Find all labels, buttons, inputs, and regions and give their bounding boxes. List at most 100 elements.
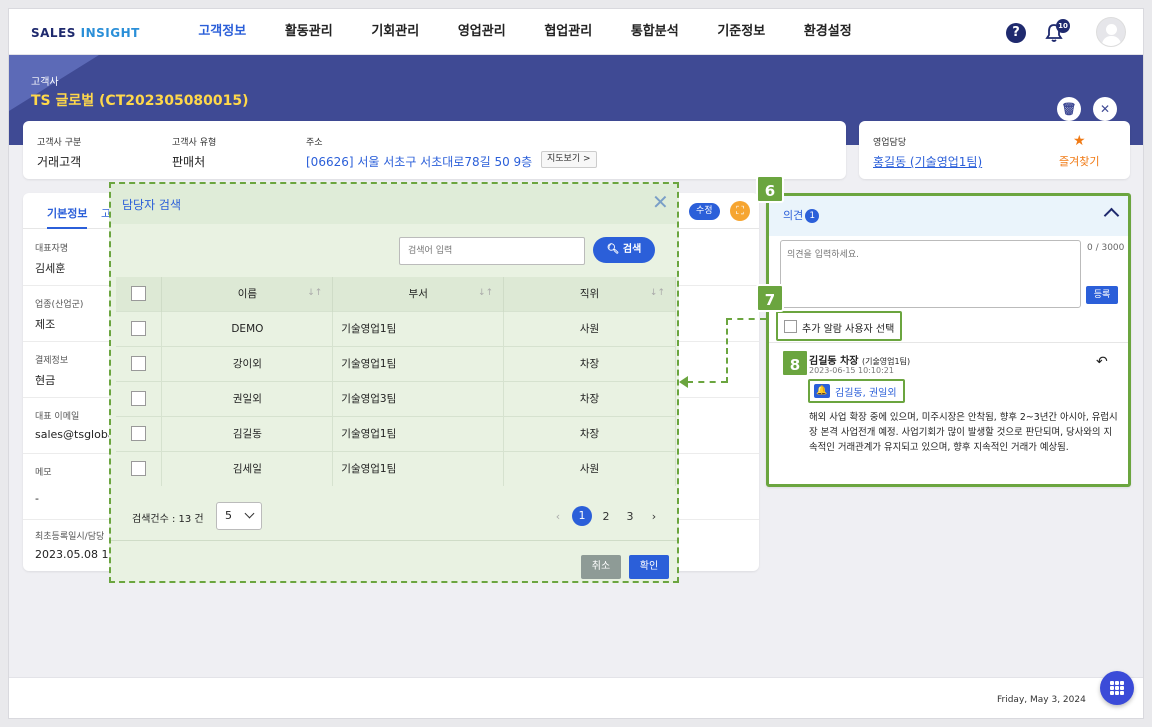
callout-badge-6: 6	[756, 175, 784, 203]
nav-item-master-data[interactable]: 기준정보	[698, 9, 785, 55]
result-count: 검색건수 : 13 건	[132, 514, 204, 525]
address-value[interactable]: [06626] 서울 서초구 서초대로78길 50 9층	[306, 153, 532, 170]
extra-alarm-user-select[interactable]: 추가 알람 사용자 선택	[776, 311, 902, 341]
column-header-name[interactable]: 이름 ↓↑	[161, 277, 334, 311]
row-checkbox[interactable]	[131, 426, 147, 441]
alarm-label: 추가 알람 사용자 선택	[802, 324, 895, 335]
customer-type-value: 거래고객	[37, 155, 82, 169]
trash-icon[interactable]: 🗑	[1057, 97, 1081, 121]
sort-icon: ↓↑	[307, 288, 323, 298]
footer-date: Friday, May 3, 2024	[997, 695, 1086, 705]
customer-category-label: 고객사 유형	[172, 138, 217, 148]
nav-item-sales[interactable]: 영업관리	[439, 9, 526, 55]
row-checkbox[interactable]	[131, 391, 147, 406]
opinion-title: 의견 1	[783, 207, 820, 223]
customer-type-label: 고객사 구분	[37, 138, 82, 148]
sort-icon: ↓↑	[649, 288, 665, 298]
select-all-header[interactable]	[116, 277, 163, 311]
connector-line	[726, 319, 728, 383]
search-input[interactable]	[399, 237, 585, 265]
connector-line	[726, 318, 766, 320]
nav-item-customer[interactable]: 고객정보	[179, 9, 266, 55]
close-icon[interactable]: ✕	[652, 192, 669, 212]
comment-date: 2023-06-15 10:10:21	[809, 366, 894, 375]
tagged-users: 🔔 김길동, 권일외	[808, 379, 905, 403]
contact-search-modal: 담당자 검색 ✕ 🔍︎ 검색 이름↓↑ 부서↓↑ 직위↓↑ DEMO기술영업1팀…	[109, 182, 679, 583]
main-nav: 고객정보 활동관리 기회관리 영업관리 협업관리 통합분석 기준정보 환경설정	[179, 9, 871, 55]
bell-icon: 🔔	[814, 384, 830, 398]
sales-rep-value[interactable]: 홍길동 (기술영업1팀)	[873, 153, 982, 170]
cancel-button[interactable]: 취소	[581, 555, 621, 579]
app-logo[interactable]: SALES INSIGHT	[31, 26, 140, 40]
table-row[interactable]: 김길동 기술영업1팀 차장	[116, 415, 676, 451]
favorite-label[interactable]: 즐겨찾기	[1059, 153, 1099, 169]
nav-item-activity[interactable]: 활동관리	[266, 9, 353, 55]
modal-header: 담당자 검색 ✕	[111, 184, 677, 224]
map-view-button[interactable]: 지도보기 >	[541, 151, 597, 168]
top-nav-bar: SALES INSIGHT 고객정보 활동관리 기회관리 영업관리 협업관리 통…	[9, 9, 1143, 55]
table-row[interactable]: 김세일 기술영업1팀 사원	[116, 450, 676, 486]
opinion-panel: 의견1 0 / 3000 등록 추가 알람 사용자 선택 김길동 차장 (기술영…	[766, 193, 1131, 487]
contact-table: 이름 ↓↑ 부서 ↓↑ 직위 ↓↑ DEMO 기술영업1팀 사원 강이외 기술영업1팀 차장 …	[116, 277, 676, 486]
nav-item-analytics[interactable]: 통합분석	[612, 9, 699, 55]
edit-button[interactable]: 수정	[689, 203, 720, 220]
star-icon[interactable]: ★	[1073, 133, 1086, 149]
opinion-count-badge: 1	[805, 209, 820, 223]
help-icon[interactable]: ?	[1006, 23, 1026, 43]
table-row[interactable]: 권일외 기술영업3팀 차장	[116, 380, 676, 416]
tagged-user-names[interactable]: 김길동, 권일외	[835, 384, 897, 399]
page-1[interactable]: 1	[572, 506, 592, 526]
reply-icon[interactable]: ↶	[1096, 354, 1108, 370]
connector-arrow	[679, 376, 688, 388]
page-size-select[interactable]: 5	[216, 502, 262, 530]
search-icon: 🔍︎	[606, 244, 620, 255]
close-icon[interactable]: ✕	[1093, 97, 1117, 121]
comment-text: 해외 사업 확장 중에 있으며, 미주시장은 안착됨, 향후 2~3년간 아시아…	[809, 412, 1118, 453]
callout-badge-8: 8	[781, 349, 809, 377]
comment-author: 김길동 차장 (기술영업1팀)	[809, 356, 911, 367]
customer-name: TS 글로벌 (CT202305080015)	[31, 93, 249, 109]
column-header-dept[interactable]: 부서 ↓↑	[332, 277, 505, 311]
app-window: SALES INSIGHT 고객정보 활동관리 기회관리 영업관리 협업관리 통…	[8, 8, 1144, 719]
confirm-button[interactable]: 확인	[629, 555, 669, 579]
alarm-checkbox[interactable]	[784, 320, 797, 333]
grid-menu-icon[interactable]	[1100, 671, 1134, 705]
column-header-position[interactable]: 직위 ↓↑	[503, 277, 676, 311]
sales-rep-card: 영업담당 홍길동 (기술영업1팀) ★ 즐겨찾기	[859, 121, 1130, 179]
page-3[interactable]: 3	[618, 510, 642, 523]
callout-badge-7: 7	[756, 284, 784, 312]
notification-badge: 10	[1056, 19, 1070, 33]
sales-rep-label: 영업담당	[873, 138, 907, 148]
connector-line	[687, 381, 727, 383]
nav-item-collaboration[interactable]: 협업관리	[525, 9, 612, 55]
prev-page-icon[interactable]: ‹	[546, 510, 570, 523]
page-2[interactable]: 2	[594, 510, 618, 523]
select-all-checkbox[interactable]	[131, 286, 147, 302]
table-row[interactable]: 강이외 기술영업1팀 차장	[116, 345, 676, 381]
nav-item-opportunity[interactable]: 기회관리	[352, 9, 439, 55]
register-button[interactable]: 등록	[1086, 286, 1118, 304]
opinion-char-counter: 0 / 3000	[1087, 243, 1125, 253]
tab-basic-info[interactable]: 기본정보	[47, 205, 88, 229]
avatar[interactable]	[1096, 17, 1126, 47]
customer-category-value: 판매처	[172, 155, 206, 169]
row-checkbox[interactable]	[131, 356, 147, 371]
chevron-down-icon	[244, 508, 255, 519]
footer: Friday, May 3, 2024	[9, 677, 1143, 718]
customer-info-card: 고객사 구분 거래고객 고객사 유형 판매처 주소 [06626] 서울 서초구…	[23, 121, 846, 179]
table-row[interactable]: DEMO 기술영업1팀 사원	[116, 310, 676, 346]
modal-title: 담당자 검색	[122, 198, 182, 212]
customer-kind-label: 고객사	[31, 77, 59, 88]
pagination: ‹ 1 2 3 ›	[546, 504, 666, 528]
expand-icon[interactable]: ⛶	[730, 201, 750, 221]
opinion-input[interactable]	[780, 240, 1081, 308]
address-label: 주소	[306, 138, 323, 148]
next-page-icon[interactable]: ›	[642, 510, 666, 523]
sort-icon: ↓↑	[478, 288, 494, 298]
chevron-up-icon[interactable]	[1103, 207, 1120, 224]
row-checkbox[interactable]	[131, 321, 147, 336]
opinion-header[interactable]: 의견 1	[769, 196, 1128, 236]
nav-item-settings[interactable]: 환경설정	[785, 9, 872, 55]
row-checkbox[interactable]	[131, 461, 147, 477]
search-button[interactable]: 🔍︎ 검색	[593, 237, 655, 263]
